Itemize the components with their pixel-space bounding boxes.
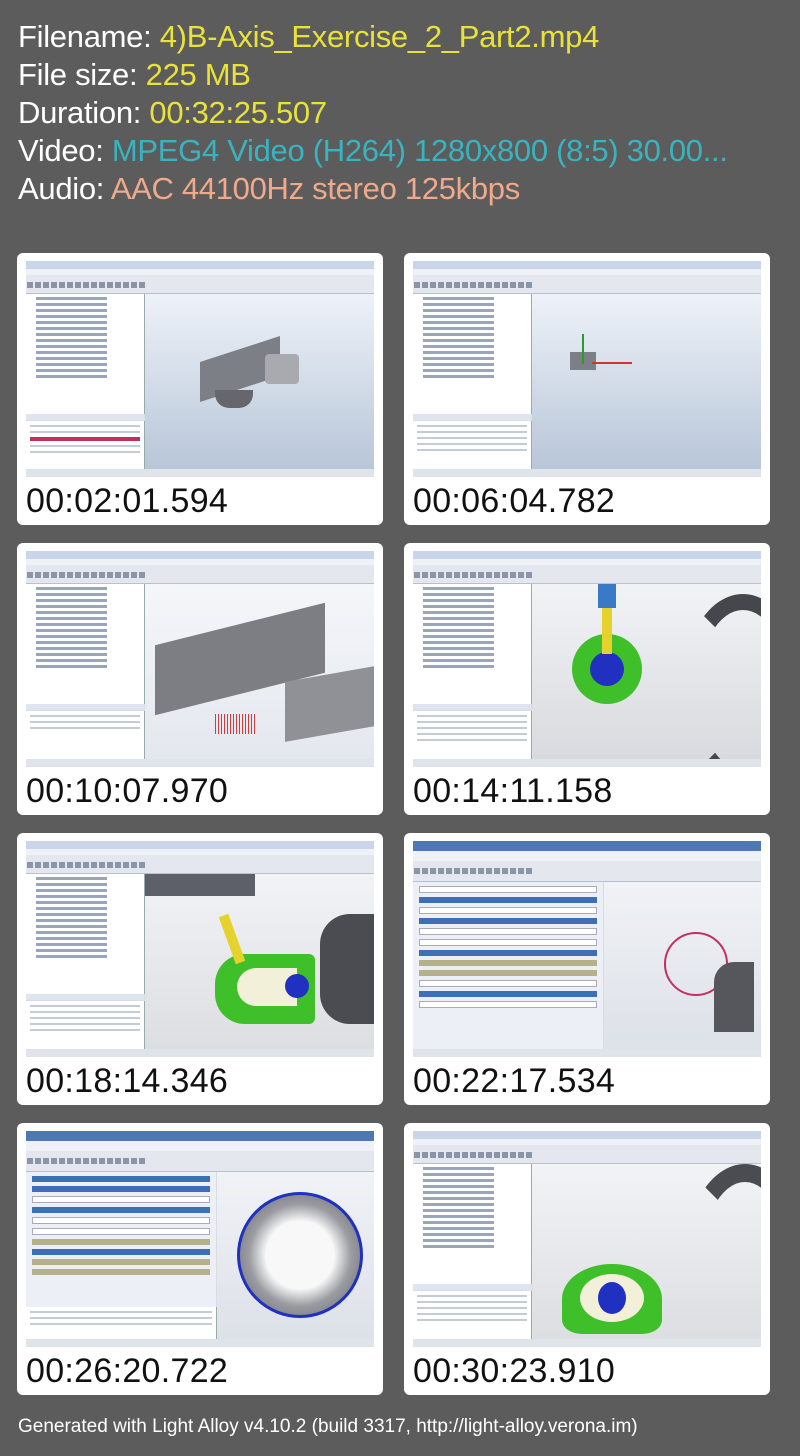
filesize-line: File size: 225 MB [18,56,788,94]
timestamp: 00:30:23.910 [413,1352,616,1390]
duration-value: 00:32:25.507 [149,95,327,130]
audio-value: AAC 44100Hz stereo 125kbps [110,171,521,206]
duration-line: Duration: 00:32:25.507 [18,94,788,132]
thumbnail-image [413,1131,761,1347]
thumbnail-card[interactable]: 00:18:14.346 [17,833,383,1105]
filename-value: 4)B-Axis_Exercise_2_Part2.mp4 [159,19,600,54]
timestamp: 00:22:17.534 [413,1062,616,1100]
thumbnail-image [26,551,374,767]
timestamp: 00:10:07.970 [26,772,229,810]
video-label: Video: [18,133,112,168]
filesize-label: File size: [18,57,146,92]
thumbnail-image [413,261,761,477]
video-line: Video: MPEG4 Video (H264) 1280x800 (8:5)… [18,132,788,170]
timestamp: 00:06:04.782 [413,482,616,520]
thumbnail-card[interactable]: 00:10:07.970 [17,543,383,815]
filesize-value: 225 MB [145,57,251,92]
audio-line: Audio: AAC 44100Hz stereo 125kbps [18,170,788,208]
thumbnail-image [26,261,374,477]
thumbnail-image [26,1131,374,1347]
file-info: Filename: 4)B-Axis_Exercise_2_Part2.mp4 … [18,18,788,208]
audio-label: Audio: [18,171,111,206]
timestamp: 00:14:11.158 [413,772,613,810]
thumbnail-image [413,841,761,1057]
thumbnail-card[interactable]: 00:06:04.782 [404,253,770,525]
thumbnail-card[interactable]: 00:26:20.722 [17,1123,383,1395]
thumbnail-card[interactable]: 00:30:23.910 [404,1123,770,1395]
thumbnail-image [413,551,761,767]
filename-line: Filename: 4)B-Axis_Exercise_2_Part2.mp4 [18,18,788,56]
timestamp: 00:26:20.722 [26,1352,229,1390]
thumbnail-card[interactable]: 00:22:17.534 [404,833,770,1105]
duration-label: Duration: [18,95,150,130]
thumbnail-card[interactable]: 00:14:11.158 [404,543,770,815]
thumbnail-image [26,841,374,1057]
timestamp: 00:18:14.346 [26,1062,229,1100]
video-value: MPEG4 Video (H264) 1280x800 (8:5) 30.00.… [111,133,728,168]
filename-label: Filename: [18,19,160,54]
thumbnail-card[interactable]: 00:02:01.594 [17,253,383,525]
footer-credit: Generated with Light Alloy v4.10.2 (buil… [18,1416,638,1437]
timestamp: 00:02:01.594 [26,482,229,520]
